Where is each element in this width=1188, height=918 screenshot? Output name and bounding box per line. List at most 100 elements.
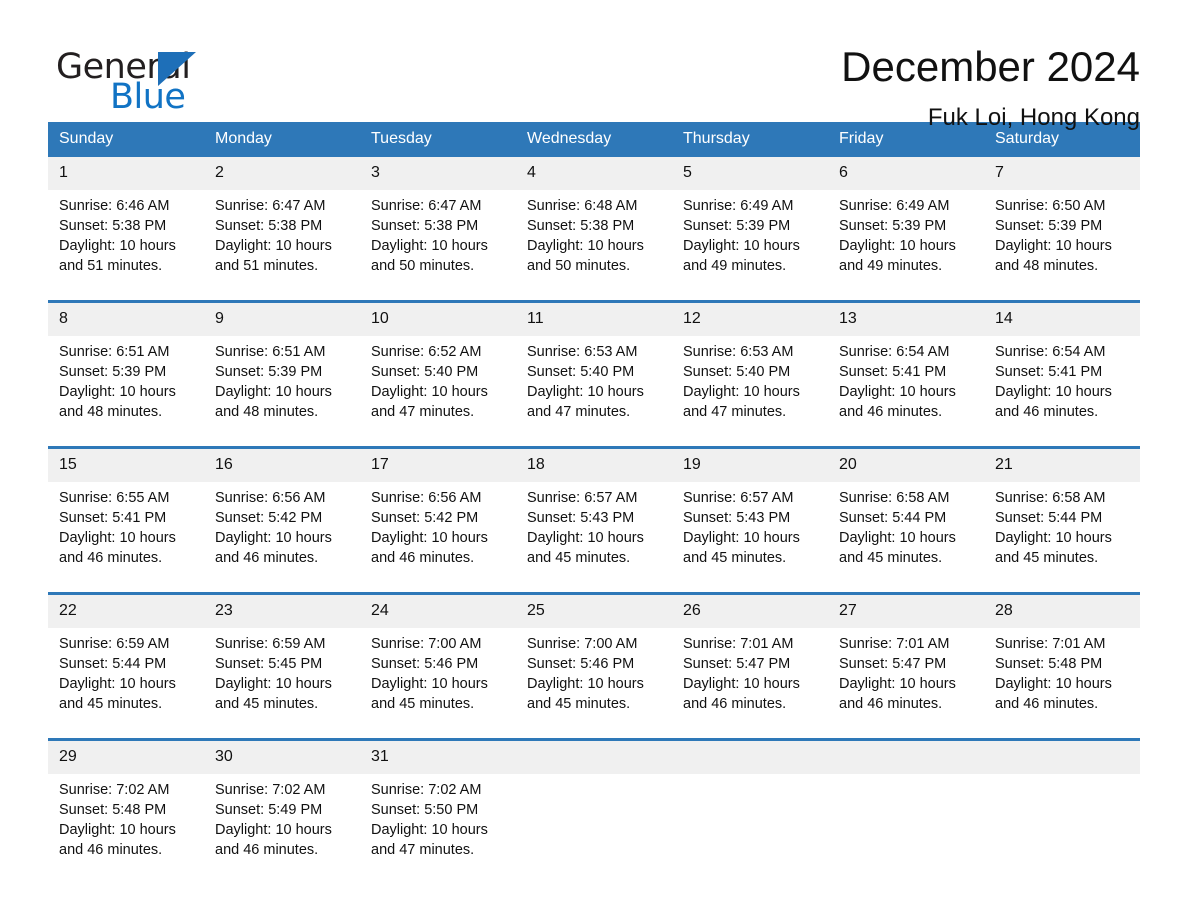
day-number[interactable]: 2 bbox=[204, 157, 360, 190]
sunset-text: Sunset: 5:40 PM bbox=[527, 364, 635, 380]
day-number[interactable]: 9 bbox=[204, 300, 360, 336]
day-cell[interactable]: Sunrise: 6:59 AM Sunset: 5:44 PM Dayligh… bbox=[48, 628, 204, 740]
day-number[interactable]: 10 bbox=[360, 300, 516, 336]
sunset-text: Sunset: 5:44 PM bbox=[995, 510, 1103, 526]
daylight-text-line1: Daylight: 10 hours bbox=[527, 530, 644, 546]
day-number[interactable]: 14 bbox=[984, 300, 1140, 336]
daylight-text-line1: Daylight: 10 hours bbox=[59, 530, 176, 546]
daylight-text-line1: Daylight: 10 hours bbox=[371, 238, 488, 254]
daylight-text-line1: Daylight: 10 hours bbox=[527, 238, 644, 254]
day-cell[interactable]: Sunrise: 7:01 AM Sunset: 5:48 PM Dayligh… bbox=[984, 628, 1140, 740]
day-cell[interactable]: Sunrise: 6:52 AM Sunset: 5:40 PM Dayligh… bbox=[360, 336, 516, 448]
daylight-text-line1: Daylight: 10 hours bbox=[839, 384, 956, 400]
day-cell[interactable]: Sunrise: 6:59 AM Sunset: 5:45 PM Dayligh… bbox=[204, 628, 360, 740]
day-number[interactable]: 28 bbox=[984, 592, 1140, 628]
day-number[interactable]: 4 bbox=[516, 157, 672, 190]
day-cell[interactable]: Sunrise: 6:46 AM Sunset: 5:38 PM Dayligh… bbox=[48, 190, 204, 302]
day-cell[interactable]: Sunrise: 6:47 AM Sunset: 5:38 PM Dayligh… bbox=[360, 190, 516, 302]
daylight-text-line1: Daylight: 10 hours bbox=[215, 676, 332, 692]
day-number[interactable]: 6 bbox=[828, 157, 984, 190]
sunrise-text: Sunrise: 7:02 AM bbox=[371, 782, 482, 798]
day-number[interactable]: 20 bbox=[828, 446, 984, 482]
day-cell[interactable]: Sunrise: 7:00 AM Sunset: 5:46 PM Dayligh… bbox=[516, 628, 672, 740]
sunset-text: Sunset: 5:42 PM bbox=[215, 510, 323, 526]
day-number[interactable]: 15 bbox=[48, 446, 204, 482]
daylight-text-line1: Daylight: 10 hours bbox=[683, 384, 800, 400]
day-cell[interactable]: Sunrise: 6:57 AM Sunset: 5:43 PM Dayligh… bbox=[516, 482, 672, 594]
day-number[interactable]: 24 bbox=[360, 592, 516, 628]
daylight-text-line2: and 50 minutes. bbox=[527, 258, 631, 274]
day-number[interactable]: 22 bbox=[48, 592, 204, 628]
sunset-text: Sunset: 5:44 PM bbox=[59, 656, 167, 672]
day-number[interactable]: 27 bbox=[828, 592, 984, 628]
daylight-text-line1: Daylight: 10 hours bbox=[839, 676, 956, 692]
day-cell[interactable]: Sunrise: 6:56 AM Sunset: 5:42 PM Dayligh… bbox=[360, 482, 516, 594]
sunset-text: Sunset: 5:48 PM bbox=[59, 802, 167, 818]
day-cell[interactable]: Sunrise: 6:58 AM Sunset: 5:44 PM Dayligh… bbox=[828, 482, 984, 594]
day-cell[interactable]: Sunrise: 6:54 AM Sunset: 5:41 PM Dayligh… bbox=[984, 336, 1140, 448]
day-number[interactable]: 7 bbox=[984, 157, 1140, 190]
day-cell[interactable]: Sunrise: 7:01 AM Sunset: 5:47 PM Dayligh… bbox=[672, 628, 828, 740]
sunset-text: Sunset: 5:47 PM bbox=[683, 656, 791, 672]
daylight-text-line2: and 49 minutes. bbox=[839, 258, 943, 274]
daylight-text-line1: Daylight: 10 hours bbox=[995, 384, 1112, 400]
day-cell[interactable]: Sunrise: 7:02 AM Sunset: 5:49 PM Dayligh… bbox=[204, 774, 360, 884]
daylight-text-line1: Daylight: 10 hours bbox=[839, 238, 956, 254]
day-cell[interactable]: Sunrise: 6:57 AM Sunset: 5:43 PM Dayligh… bbox=[672, 482, 828, 594]
day-cell[interactable]: Sunrise: 6:48 AM Sunset: 5:38 PM Dayligh… bbox=[516, 190, 672, 302]
day-number[interactable]: 3 bbox=[360, 157, 516, 190]
day-number[interactable]: 19 bbox=[672, 446, 828, 482]
day-cell[interactable]: Sunrise: 6:51 AM Sunset: 5:39 PM Dayligh… bbox=[204, 336, 360, 448]
day-cell[interactable]: Sunrise: 6:47 AM Sunset: 5:38 PM Dayligh… bbox=[204, 190, 360, 302]
daylight-text-line2: and 47 minutes. bbox=[371, 842, 475, 858]
day-number[interactable]: 25 bbox=[516, 592, 672, 628]
daylight-text-line2: and 46 minutes. bbox=[215, 842, 319, 858]
day-number[interactable]: 26 bbox=[672, 592, 828, 628]
sunrise-text: Sunrise: 7:00 AM bbox=[371, 636, 482, 652]
sunrise-text: Sunrise: 6:48 AM bbox=[527, 198, 638, 214]
weekday-header-thursday: Thursday bbox=[672, 122, 828, 157]
day-number[interactable]: 21 bbox=[984, 446, 1140, 482]
day-number[interactable]: 18 bbox=[516, 446, 672, 482]
day-number[interactable]: 1 bbox=[48, 157, 204, 190]
daylight-text-line1: Daylight: 10 hours bbox=[527, 384, 644, 400]
sunset-text: Sunset: 5:38 PM bbox=[371, 218, 479, 234]
sunrise-text: Sunrise: 6:46 AM bbox=[59, 198, 170, 214]
day-number[interactable]: 8 bbox=[48, 300, 204, 336]
daylight-text-line2: and 45 minutes. bbox=[995, 550, 1099, 566]
day-number[interactable]: 13 bbox=[828, 300, 984, 336]
day-cell[interactable]: Sunrise: 6:58 AM Sunset: 5:44 PM Dayligh… bbox=[984, 482, 1140, 594]
sunset-text: Sunset: 5:41 PM bbox=[995, 364, 1103, 380]
day-cell[interactable]: Sunrise: 6:53 AM Sunset: 5:40 PM Dayligh… bbox=[672, 336, 828, 448]
day-cell[interactable]: Sunrise: 6:53 AM Sunset: 5:40 PM Dayligh… bbox=[516, 336, 672, 448]
sunset-text: Sunset: 5:42 PM bbox=[371, 510, 479, 526]
day-cell[interactable]: Sunrise: 6:49 AM Sunset: 5:39 PM Dayligh… bbox=[828, 190, 984, 302]
day-number[interactable]: 12 bbox=[672, 300, 828, 336]
day-number[interactable]: 31 bbox=[360, 738, 516, 774]
day-number[interactable]: 17 bbox=[360, 446, 516, 482]
daylight-text-line1: Daylight: 10 hours bbox=[215, 530, 332, 546]
day-number[interactable]: 5 bbox=[672, 157, 828, 190]
week-info-row: Sunrise: 7:02 AM Sunset: 5:48 PM Dayligh… bbox=[48, 774, 1140, 884]
day-cell[interactable]: Sunrise: 7:01 AM Sunset: 5:47 PM Dayligh… bbox=[828, 628, 984, 740]
general-blue-logo[interactable]: General Blue bbox=[48, 40, 238, 116]
daylight-text-line2: and 46 minutes. bbox=[59, 550, 163, 566]
sunrise-text: Sunrise: 6:49 AM bbox=[839, 198, 950, 214]
day-cell[interactable]: Sunrise: 7:02 AM Sunset: 5:48 PM Dayligh… bbox=[48, 774, 204, 884]
day-cell[interactable]: Sunrise: 6:55 AM Sunset: 5:41 PM Dayligh… bbox=[48, 482, 204, 594]
day-cell[interactable]: Sunrise: 7:00 AM Sunset: 5:46 PM Dayligh… bbox=[360, 628, 516, 740]
sunrise-text: Sunrise: 7:01 AM bbox=[839, 636, 950, 652]
day-number[interactable]: 16 bbox=[204, 446, 360, 482]
day-number[interactable]: 11 bbox=[516, 300, 672, 336]
day-cell[interactable]: Sunrise: 6:49 AM Sunset: 5:39 PM Dayligh… bbox=[672, 190, 828, 302]
day-cell[interactable]: Sunrise: 7:02 AM Sunset: 5:50 PM Dayligh… bbox=[360, 774, 516, 884]
day-cell[interactable]: Sunrise: 6:50 AM Sunset: 5:39 PM Dayligh… bbox=[984, 190, 1140, 302]
sunrise-text: Sunrise: 6:54 AM bbox=[839, 344, 950, 360]
day-cell[interactable]: Sunrise: 6:56 AM Sunset: 5:42 PM Dayligh… bbox=[204, 482, 360, 594]
day-cell[interactable]: Sunrise: 6:51 AM Sunset: 5:39 PM Dayligh… bbox=[48, 336, 204, 448]
day-number[interactable]: 30 bbox=[204, 738, 360, 774]
day-number[interactable]: 23 bbox=[204, 592, 360, 628]
day-number[interactable]: 29 bbox=[48, 738, 204, 774]
day-number-empty bbox=[984, 738, 1140, 774]
day-cell[interactable]: Sunrise: 6:54 AM Sunset: 5:41 PM Dayligh… bbox=[828, 336, 984, 448]
